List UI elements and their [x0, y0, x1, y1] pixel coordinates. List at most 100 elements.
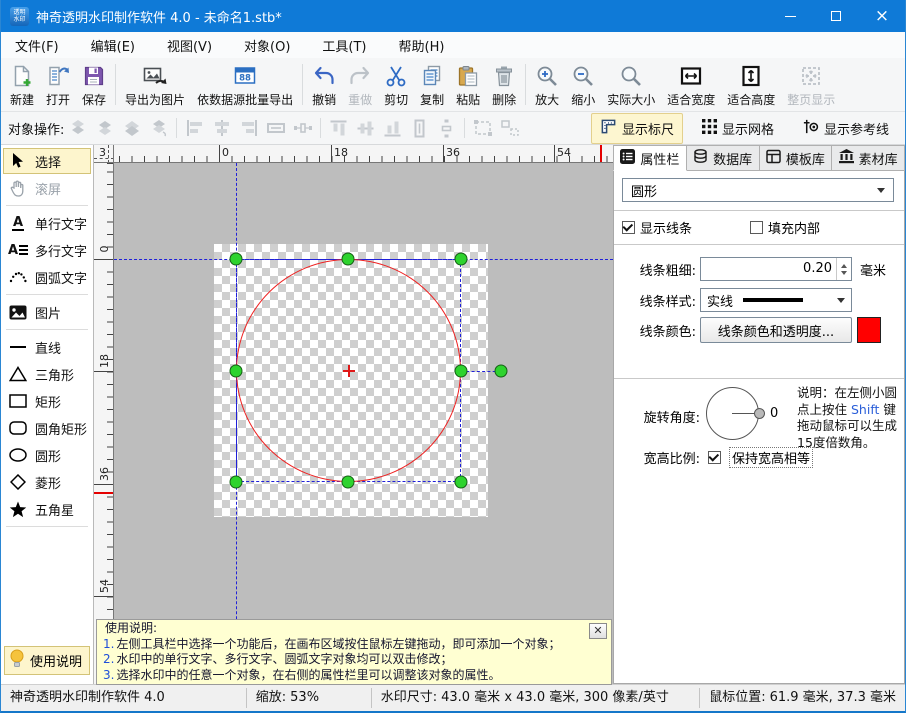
usage-help-button[interactable]: 使用说明 [4, 646, 90, 675]
help-line: 水印中的单行文字、多行文字、圆弧文字对象均可以双击修改； [116, 652, 452, 666]
new-button[interactable]: 新建 [4, 59, 40, 110]
zoom-out-button[interactable]: 缩小 [565, 59, 601, 110]
handle-bottom-left[interactable] [230, 476, 243, 489]
actual-size-button[interactable]: 实际大小 [601, 59, 661, 110]
fit-width-button[interactable]: 适合宽度 [661, 59, 721, 110]
keep-ratio-checkbox[interactable] [708, 451, 721, 464]
show-ruler-toggle[interactable]: 显示标尺 [591, 113, 683, 144]
show-line-checkbox[interactable] [622, 221, 635, 234]
menu-help[interactable]: 帮助(H) [388, 33, 456, 58]
spinner-up-icon[interactable] [841, 264, 847, 268]
tool-select[interactable]: 选择 [3, 148, 91, 174]
menu-file[interactable]: 文件(F) [4, 33, 70, 58]
line-icon [7, 346, 29, 348]
keep-ratio-label: 保持宽高相等 [729, 447, 813, 468]
line-width-input[interactable]: 0.20 [700, 257, 852, 281]
show-grid-toggle[interactable]: 显示网格 [693, 114, 783, 143]
guides-icon [802, 118, 819, 139]
undo-button[interactable]: 撤销 [306, 59, 342, 110]
triangle-icon [7, 366, 29, 382]
tab-materials[interactable]: 素材库 [832, 145, 905, 171]
rotation-note: 说明：在左侧小圆 点上按住 Shift 键 拖动鼠标可以生成 15度倍数角。 [797, 385, 905, 451]
object-operations-label: 对象操作: [8, 119, 64, 138]
object-type-value: 圆形 [631, 181, 657, 200]
chevron-down-icon [837, 298, 845, 303]
fill-inside-checkbox[interactable] [750, 221, 763, 234]
cut-scissors-icon [384, 62, 408, 91]
tool-arc-text[interactable]: 圆弧文字 [3, 264, 91, 290]
shape-center-cross [348, 365, 350, 377]
delete-button[interactable]: 删除 [486, 59, 522, 110]
line-color-button[interactable]: 线条颜色和透明度... [700, 317, 852, 343]
handle-bottom-center[interactable] [342, 476, 355, 489]
copy-button[interactable]: 复制 [414, 59, 450, 110]
paste-button[interactable]: 粘贴 [450, 59, 486, 110]
tool-line[interactable]: 直线 [3, 334, 91, 360]
multi-text-icon: A [7, 244, 29, 257]
tool-rounded-rectangle[interactable]: 圆角矩形 [3, 415, 91, 441]
rounded-rectangle-icon [7, 421, 29, 435]
canvas-area: 3 0 18 36 54 0 18 36 54 [94, 145, 613, 684]
menu-edit[interactable]: 编辑(E) [80, 33, 146, 58]
close-button[interactable]: × [859, 0, 905, 32]
main-toolbar: 新建 打开 保存 导出为图片 88 依数据源批量导出 撤销 重做 [1, 58, 905, 112]
handle-top-left[interactable] [230, 253, 243, 266]
tool-diamond[interactable]: 菱形 [3, 469, 91, 495]
tab-data-source[interactable]: 数据库 [687, 145, 760, 171]
trash-icon [492, 62, 516, 91]
tool-multi-line-text[interactable]: A 多行文字 [3, 237, 91, 263]
rotation-handle[interactable] [495, 365, 508, 378]
app-logo-text1: 透明 [13, 9, 25, 16]
fill-inside-label: 填充内部 [768, 218, 820, 237]
line-width-label: 线条粗细: [614, 260, 696, 279]
tool-star[interactable]: 五角星 [3, 496, 91, 522]
line-width-spinner[interactable] [836, 258, 851, 280]
mouse-x-indicator [600, 145, 602, 162]
rotation-dial-knob[interactable] [754, 408, 765, 419]
handle-bottom-right[interactable] [455, 476, 468, 489]
tab-templates[interactable]: 模板库 [760, 145, 833, 171]
toolbar-separator [302, 64, 303, 105]
circle-icon [7, 448, 29, 462]
line-style-dropdown[interactable]: 实线 [700, 288, 852, 312]
fit-height-button[interactable]: 适合高度 [721, 59, 781, 110]
cut-button[interactable]: 剪切 [378, 59, 414, 110]
help-close-button[interactable]: ✕ [589, 623, 607, 639]
tab-properties[interactable]: 属性栏 [613, 145, 687, 171]
align-top-icon [329, 116, 349, 141]
ruler-origin-corner: 3 [94, 145, 114, 163]
aspect-ratio-label: 宽高比例: [614, 448, 700, 467]
batch-export-icon: 88 [233, 62, 257, 91]
zoom-in-button[interactable]: 放大 [529, 59, 565, 110]
handle-top-right[interactable] [455, 253, 468, 266]
handle-middle-right[interactable] [455, 365, 468, 378]
save-button[interactable]: 保存 [76, 59, 112, 110]
usage-instructions-box: 使用说明: 1.左侧工具栏中选择一个功能后，在画布区域按住鼠标左键拖动，即可添加… [96, 619, 612, 685]
spinner-down-icon[interactable] [841, 271, 847, 275]
menu-view[interactable]: 视图(V) [156, 33, 223, 58]
batch-export-button[interactable]: 88 依数据源批量导出 [191, 59, 299, 110]
tool-rectangle[interactable]: 矩形 [3, 388, 91, 414]
object-type-dropdown[interactable]: 圆形 [622, 178, 894, 202]
close-icon: × [875, 8, 889, 25]
menu-object[interactable]: 对象(O) [233, 33, 301, 58]
tool-circle[interactable]: 圆形 [3, 442, 91, 468]
zoom-in-icon [535, 62, 559, 91]
tool-single-line-text[interactable]: A 单行文字 [3, 210, 91, 236]
drawing-surface[interactable] [114, 163, 613, 684]
minimize-button[interactable] [767, 0, 813, 32]
tool-triangle[interactable]: 三角形 [3, 361, 91, 387]
same-width-icon [263, 118, 288, 138]
handle-top-center[interactable] [342, 253, 355, 266]
ruler-clipped-number: 3 [99, 146, 106, 159]
show-guides-toggle[interactable]: 显示参考线 [793, 113, 898, 144]
zoom-out-icon [571, 62, 595, 91]
handle-middle-left[interactable] [230, 365, 243, 378]
panel-tabs: 属性栏 数据库 模板库 素材库 [613, 145, 905, 171]
export-image-button[interactable]: 导出为图片 [119, 59, 191, 110]
hand-icon [7, 179, 29, 197]
tool-image[interactable]: 图片 [3, 299, 91, 325]
open-button[interactable]: 打开 [40, 59, 76, 110]
maximize-button[interactable] [813, 0, 859, 32]
menu-tools[interactable]: 工具(T) [311, 33, 377, 58]
